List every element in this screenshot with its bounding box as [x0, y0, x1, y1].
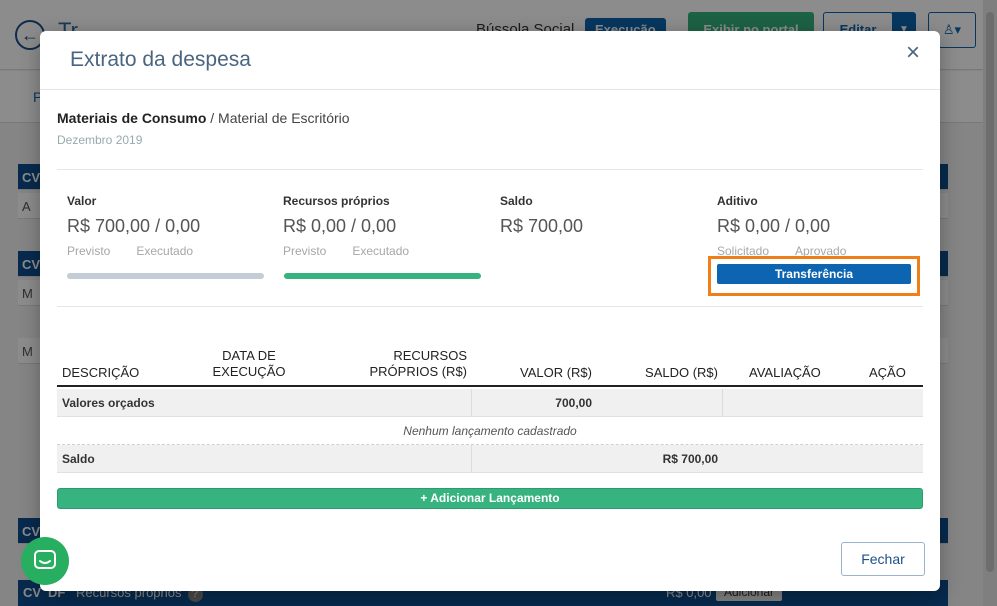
stat-recursos-proprios: Recursos próprios R$ 0,00 / 0,00 Previst… [283, 194, 435, 258]
empty-message: Nenhum lançamento cadastrado [403, 424, 577, 438]
header-data-execucao: DATA DE EXECUÇÃO [207, 348, 291, 380]
breadcrumb-separator: / [210, 110, 215, 126]
modal-title: Extrato da despesa [70, 48, 251, 71]
header-avaliacao: AVALIAÇÃO [749, 365, 821, 380]
close-button[interactable]: Fechar [841, 542, 925, 576]
stat-valor: Valor R$ 700,00 / 0,00 Previsto Executado [67, 194, 219, 258]
column-divider [471, 389, 472, 417]
divider [57, 169, 923, 170]
stat-value: R$ 0,00 / 0,00 [283, 216, 397, 236]
stat-value: R$ 700,00 [500, 216, 584, 236]
breadcrumb: Materiais de Consumo / Material de Escri… [57, 110, 350, 126]
row-valor: 700,00 [555, 396, 592, 410]
recursos-progress-bar [284, 273, 481, 279]
expense-statement-modal: Extrato da despesa × Materiais de Consum… [40, 31, 940, 591]
header-line: EXECUÇÃO [212, 364, 286, 379]
stat-label: Valor [67, 194, 97, 208]
stat-saldo: Saldo R$ 700,00 [500, 194, 583, 237]
chat-icon[interactable] [21, 537, 69, 585]
transfer-button[interactable]: Transferência [717, 264, 911, 284]
header-line: PRÓPRIOS (R$) [369, 364, 467, 379]
table-row-valores-orcados: Valores orçados 700,00 [57, 389, 923, 417]
column-divider [471, 445, 472, 473]
stat-sublabels: Previsto Executado [283, 244, 435, 258]
stat-aditivo: Aditivo R$ 0,00 / 0,00 Solicitado Aprovad… [717, 194, 872, 258]
stat-value: R$ 700,00 / 0,00 [67, 216, 201, 236]
chat-bubble-icon [34, 550, 56, 569]
stat-sublabels: Previsto Executado [67, 244, 219, 258]
header-line: RECURSOS [393, 348, 467, 363]
column-divider [722, 389, 723, 417]
modal-header: Extrato da despesa × [40, 31, 940, 90]
breadcrumb-category: Materiais de Consumo [57, 110, 207, 126]
close-icon[interactable]: × [906, 41, 920, 65]
table-row-saldo: Saldo R$ 700,00 [57, 445, 923, 473]
row-label: Valores orçados [62, 396, 155, 410]
add-entry-button[interactable]: + Adicionar Lançamento [57, 488, 923, 509]
valor-progress-bar [67, 273, 264, 279]
table-row-empty: Nenhum lançamento cadastrado [57, 417, 923, 445]
header-valor: VALOR (R$) [520, 365, 592, 380]
stat-sublabel: Executado [352, 244, 410, 258]
stat-label: Saldo [500, 194, 533, 208]
header-descricao: DESCRIÇÃO [62, 365, 140, 380]
stat-label: Aditivo [717, 194, 758, 208]
table-header: DESCRIÇÃO DATA DE EXECUÇÃO RECURSOS PRÓPRI… [57, 343, 923, 387]
period-label: Dezembro 2019 [57, 133, 143, 147]
header-line: DATA DE [222, 348, 276, 363]
divider [57, 306, 923, 307]
row-label: Saldo [62, 452, 95, 466]
breadcrumb-subcategory: Material de Escritório [218, 110, 350, 126]
stat-sublabel: Previsto [67, 244, 111, 258]
stat-label: Recursos próprios [283, 194, 390, 208]
transfer-highlight: Transferência [708, 256, 920, 296]
header-recursos-proprios: RECURSOS PRÓPRIOS (R$) [357, 348, 467, 380]
header-saldo: SALDO (R$) [645, 365, 718, 380]
stat-value: R$ 0,00 / 0,00 [717, 216, 831, 236]
header-acao: AÇÃO [869, 365, 906, 380]
stat-sublabel: Executado [136, 244, 194, 258]
row-saldo-value: R$ 700,00 [662, 452, 718, 466]
stat-sublabel: Previsto [283, 244, 327, 258]
